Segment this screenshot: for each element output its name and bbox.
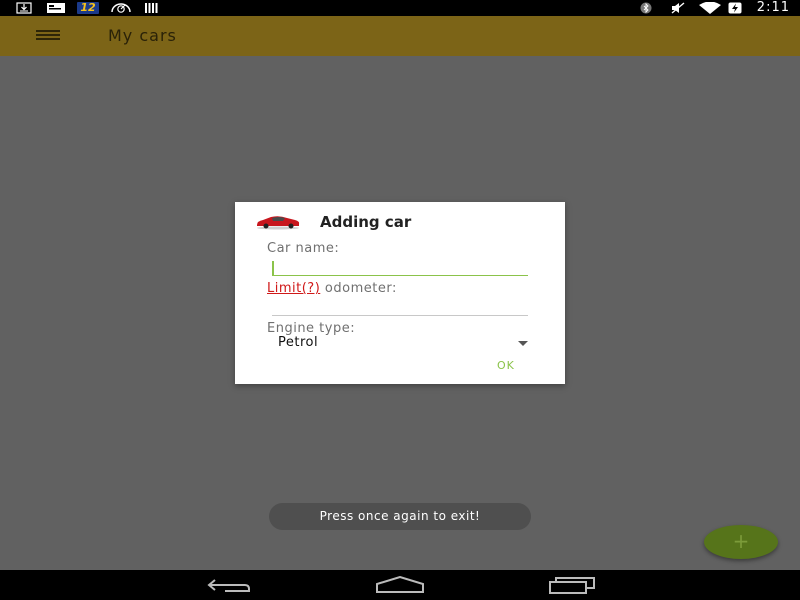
limit-help-link[interactable]: Limit(?)	[267, 281, 320, 296]
app-bar: My cars	[0, 16, 800, 56]
wifi-icon	[699, 2, 721, 14]
engine-type-spinner[interactable]: Petrol	[278, 334, 528, 352]
bluetooth-icon	[640, 2, 652, 14]
barcode-icon	[145, 3, 158, 13]
navigation-bar	[0, 570, 800, 600]
home-icon[interactable]	[375, 576, 425, 594]
back-icon[interactable]	[205, 576, 253, 594]
engine-type-value: Petrol	[278, 335, 319, 350]
hamburger-menu-icon[interactable]	[36, 30, 60, 40]
text-cursor	[272, 261, 274, 275]
card-icon	[47, 3, 65, 13]
red-car-icon	[257, 216, 300, 230]
odometer-label: odometer:	[320, 281, 397, 296]
download-icon	[16, 2, 32, 14]
dialog-title: Adding car	[320, 213, 412, 231]
add-car-fab[interactable]: +	[704, 525, 778, 559]
clock: 2:11	[756, 0, 790, 15]
car-name-label: Car name:	[267, 241, 340, 256]
dropdown-arrow-icon	[518, 341, 528, 346]
odometer-label-row: Limit(?) odometer:	[267, 281, 397, 296]
ok-button[interactable]: OK	[497, 359, 515, 372]
app-title: My cars	[108, 26, 177, 45]
speedometer-icon	[111, 3, 131, 13]
car-name-input[interactable]	[272, 258, 528, 276]
exit-toast: Press once again to exit!	[269, 503, 531, 530]
badge-12-icon: 12	[77, 2, 99, 14]
status-bar: 12 2:11	[0, 0, 800, 16]
mute-icon	[671, 2, 685, 14]
plus-icon: +	[732, 529, 750, 553]
recent-apps-icon[interactable]	[548, 576, 596, 594]
battery-charging-icon	[728, 2, 742, 14]
odometer-input[interactable]	[272, 298, 528, 316]
adding-car-dialog: Adding car Car name: Limit(?) odometer: …	[235, 202, 565, 384]
